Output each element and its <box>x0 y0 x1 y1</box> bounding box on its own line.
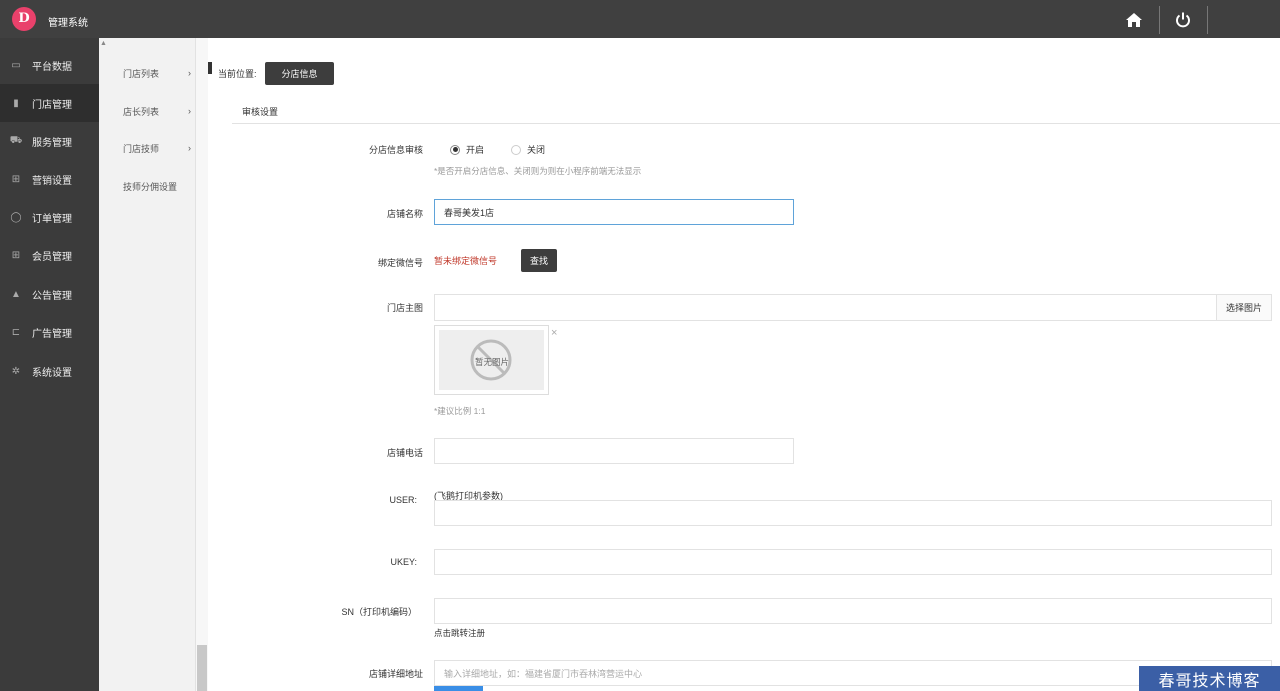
store-icon: ▮ <box>13 97 19 109</box>
sidebar-item-service-management[interactable]: ⛟ 服务管理 <box>0 122 99 160</box>
sidebar-item-label: 广告管理 <box>32 328 72 340</box>
sidebar-item-marketing-settings[interactable]: ⊞ 营销设置 <box>0 160 99 198</box>
choose-image-button[interactable]: 选择图片 <box>1216 294 1272 321</box>
sidebar-item-ad-management[interactable]: ⊏ 广告管理 <box>0 313 99 351</box>
submenu-item-label: 门店技师 <box>123 143 160 154</box>
gear-icon: ✲ <box>11 365 21 377</box>
submenu: 门店列表 › 店长列表 › 门店技师 › 技师分佣设置 <box>99 38 196 691</box>
remove-image-icon[interactable]: × <box>551 327 557 339</box>
breadcrumb-marker <box>208 62 212 74</box>
scrollbar-thumb[interactable] <box>197 645 207 691</box>
gift-icon: ⊞ <box>11 173 21 185</box>
image-ratio-hint: *建议比例 1:1 <box>434 406 486 416</box>
shop-name-value: 春哥美发1店 <box>444 207 495 218</box>
sidebar-item-system-settings[interactable]: ✲ 系统设置 <box>0 352 99 390</box>
no-image-text: 暂无图片 <box>475 357 510 367</box>
wechat-label: 绑定微信号 <box>377 258 423 268</box>
shop-name-input[interactable]: 春哥美发1店 <box>434 199 794 225</box>
power-icon[interactable] <box>1172 9 1194 31</box>
sidebar-item-store-management[interactable]: ▮ 门店管理 <box>0 84 99 122</box>
radio-label: 开启 <box>466 145 485 155</box>
app-logo: D <box>12 7 36 31</box>
chevron-right-icon: › <box>188 106 191 116</box>
radio-unchecked-icon <box>511 144 521 155</box>
bell-icon: ▲ <box>11 288 21 300</box>
user-label: USER: <box>389 495 417 505</box>
submenu-item-store-technician[interactable]: 门店技师 › <box>123 138 191 158</box>
submenu-item-label: 店长列表 <box>123 106 160 117</box>
scrollbar-track[interactable] <box>196 38 208 691</box>
main-image-label: 门店主图 <box>386 303 423 313</box>
panel-title: 审核设置 <box>242 107 279 117</box>
sidebar-item-label: 门店管理 <box>32 99 72 111</box>
sidebar-item-label: 营销设置 <box>32 175 72 187</box>
watermark: 春哥技术博客 <box>1139 666 1280 691</box>
breadcrumb-label: 当前位置: <box>218 69 257 79</box>
panel-header: 审核设置 <box>232 89 1280 124</box>
cart-icon: ⊏ <box>11 326 21 338</box>
chevron-right-icon: › <box>188 143 191 153</box>
app-title: 管理系统 <box>48 18 88 29</box>
image-placeholder: 暂无图片 <box>439 330 544 390</box>
sidebar-item-label: 会员管理 <box>32 251 72 263</box>
sidebar-item-order-management[interactable]: ◯ 订单管理 <box>0 198 99 236</box>
sidebar-item-member-management[interactable]: ⊞ 会员管理 <box>0 236 99 274</box>
image-preview: 暂无图片 <box>434 325 549 395</box>
submenu-item-manager-list[interactable]: 店长列表 › <box>123 101 191 121</box>
sn-label: SN（打印机编码） <box>341 607 417 617</box>
sidebar-item-label: 系统设置 <box>32 367 72 379</box>
sidebar-item-label: 订单管理 <box>32 213 72 225</box>
ukey-input[interactable] <box>434 549 1272 575</box>
register-link[interactable]: 点击跳转注册 <box>434 627 485 639</box>
sidebar-item-announcement-management[interactable]: ▲ 公告管理 <box>0 275 99 313</box>
chat-icon: ◯ <box>10 211 22 223</box>
topbar-divider <box>1207 6 1208 34</box>
sn-input[interactable] <box>434 598 1272 624</box>
submenu-item-label: 门店列表 <box>123 68 160 79</box>
submit-button[interactable] <box>434 686 483 691</box>
sidebar: ▭ 平台数据 ▮ 门店管理 ⛟ 服务管理 ⊞ 营销设置 ◯ 订单管理 ⊞ 会员管… <box>0 38 99 691</box>
dashboard-icon: ▭ <box>11 59 21 71</box>
radio-label: 关闭 <box>527 145 546 155</box>
sidebar-item-label: 平台数据 <box>32 61 72 73</box>
user-input[interactable] <box>434 500 1272 526</box>
home-icon[interactable] <box>1123 9 1145 31</box>
audit-label: 分店信息审核 <box>368 145 423 155</box>
sidebar-item-platform-data[interactable]: ▭ 平台数据 <box>0 46 99 84</box>
chevron-right-icon: › <box>188 68 191 78</box>
gift-icon: ⊞ <box>11 249 21 261</box>
radio-checked-icon <box>450 144 460 155</box>
submenu-item-commission-settings[interactable]: 技师分佣设置 <box>123 176 203 196</box>
phone-input[interactable] <box>434 438 794 464</box>
topbar-divider <box>1159 6 1160 34</box>
top-bar: D 管理系统 <box>0 0 1280 38</box>
audit-off-radio[interactable]: 关闭 <box>511 143 545 156</box>
main-image-url-input[interactable] <box>434 294 1217 321</box>
submenu-item-label: 技师分佣设置 <box>123 181 178 192</box>
wechat-status: 暂未绑定微信号 <box>434 256 498 266</box>
sidebar-item-label: 服务管理 <box>32 137 72 149</box>
ukey-label: UKEY: <box>390 557 417 567</box>
find-wechat-button[interactable]: 查找 <box>521 249 557 272</box>
car-icon: ⛟ <box>9 134 23 146</box>
submenu-item-store-list[interactable]: 门店列表 › <box>123 63 191 83</box>
sidebar-item-label: 公告管理 <box>32 290 72 302</box>
address-label: 店铺详细地址 <box>368 669 423 679</box>
address-placeholder: 输入详细地址，如：福建省厦门市吞林湾营运中心 <box>444 668 643 679</box>
breadcrumb-current[interactable]: 分店信息 <box>265 62 334 85</box>
scroll-up-arrow-icon[interactable]: ▲ <box>100 40 107 47</box>
phone-label: 店铺电话 <box>386 448 423 458</box>
audit-on-radio[interactable]: 开启 <box>450 143 484 156</box>
audit-hint: *是否开启分店信息、关闭则为则在小程序前端无法显示 <box>434 166 642 176</box>
shop-name-label: 店铺名称 <box>386 209 423 219</box>
